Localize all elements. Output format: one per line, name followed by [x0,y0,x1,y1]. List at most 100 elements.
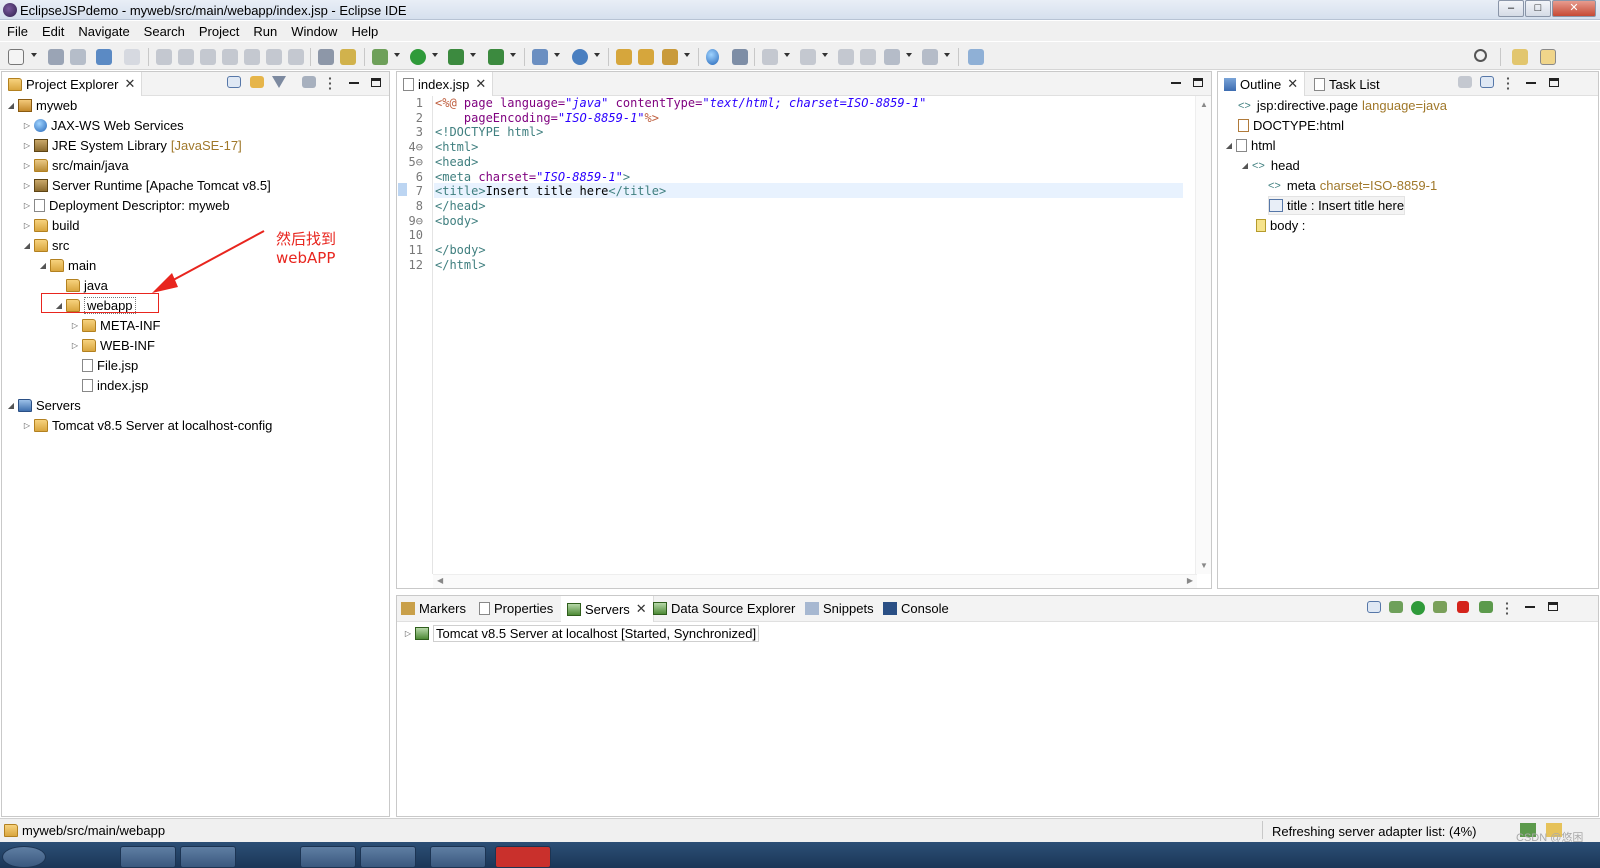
maximize-view-icon[interactable] [1548,602,1558,611]
pin-editor-icon[interactable] [968,49,984,65]
previous-annotation-icon[interactable] [800,49,816,65]
new-icon[interactable] [8,49,24,65]
open-perspective-icon[interactable] [732,49,748,65]
new-web-icon[interactable] [572,49,588,65]
tab-properties[interactable]: Properties [479,601,553,616]
taskbar-app-button[interactable] [180,846,236,868]
run-dropdown-icon[interactable] [432,53,438,57]
horizontal-scrollbar[interactable]: ◀ ▶ [433,574,1197,588]
debug-server-icon[interactable] [1389,601,1403,613]
maximize-button[interactable]: □ [1525,0,1551,17]
publish-icon[interactable] [1479,601,1493,613]
save-all-icon[interactable] [70,49,86,65]
minimize-view-icon[interactable] [1171,82,1181,84]
start-server-icon[interactable] [1411,601,1425,615]
expand-twisty-icon[interactable]: ▷ [22,161,32,170]
link-with-editor-icon[interactable] [250,76,264,88]
tree-item-build[interactable]: ▷ build [22,216,80,235]
view-menu-icon[interactable] [1505,601,1509,615]
menu-search[interactable]: Search [143,21,192,41]
drop-to-frame-icon[interactable] [318,49,334,65]
sort-icon[interactable] [1458,76,1472,88]
new-web-dropdown-icon[interactable] [594,53,600,57]
outline-item-html[interactable]: ◢ html [1224,136,1276,155]
tree-item-index-jsp[interactable]: index.jsp [70,376,148,395]
expand-twisty-icon[interactable]: ◢ [38,261,48,270]
taskbar-app-button[interactable] [120,846,176,868]
profile-server-icon[interactable] [1433,601,1447,613]
tree-item-jre-library[interactable]: ▷ JRE System Library [JavaSE-17] [22,136,242,155]
scroll-down-icon[interactable]: ▼ [1200,561,1208,570]
search-tool-icon[interactable] [662,49,678,65]
expand-twisty-icon[interactable]: ▷ [22,121,32,130]
close-tab-icon[interactable]: ✕ [124,76,135,92]
disconnect-icon[interactable] [222,49,238,65]
taskbar-app-button[interactable] [495,846,551,868]
tree-item-jaxws[interactable]: ▷ JAX-WS Web Services [22,116,184,135]
collapse-all-icon[interactable] [1480,76,1494,88]
tree-item-deployment-descriptor[interactable]: ▷ Deployment Descriptor: myweb [22,196,230,215]
open-perspective-icon[interactable] [1512,49,1528,65]
tree-item-servers[interactable]: ◢ Servers [6,396,81,415]
tab-snippets[interactable]: Snippets [805,601,874,616]
tab-servers[interactable]: Servers ✕ [561,596,654,622]
expand-twisty-icon[interactable]: ◢ [1240,161,1250,170]
menu-edit[interactable]: Edit [41,21,71,41]
expand-twisty-icon[interactable]: ▷ [22,421,32,430]
menu-help[interactable]: Help [350,21,385,41]
tree-item-main[interactable]: ◢ main [38,256,96,275]
menu-file[interactable]: File [6,21,35,41]
maximize-view-icon[interactable] [371,78,381,87]
expand-twisty-icon[interactable]: ▷ [70,341,80,350]
outline-item-doctype[interactable]: DOCTYPE:html [1238,116,1344,135]
expand-twisty-icon[interactable]: ▷ [403,629,413,638]
run-icon[interactable] [410,49,426,65]
external-tools-dropdown-icon[interactable] [510,53,516,57]
menu-run[interactable]: Run [252,21,284,41]
vertical-scrollbar[interactable]: ▲ ▼ [1195,96,1211,574]
tab-project-explorer[interactable]: Project Explorer ✕ [2,72,143,96]
tab-markers[interactable]: Markers [401,601,466,616]
menu-window[interactable]: Window [290,21,344,41]
next-annotation-dropdown-icon[interactable] [784,53,790,57]
open-task-icon[interactable] [638,49,654,65]
expand-twisty-icon[interactable]: ▷ [22,221,32,230]
stop-server-icon[interactable] [1457,601,1469,613]
collapse-all-icon[interactable] [1367,601,1381,613]
tab-console[interactable]: Console [883,601,949,616]
maximize-view-icon[interactable] [1549,78,1559,87]
search-dropdown-icon[interactable] [684,53,690,57]
expand-twisty-icon[interactable]: ◢ [6,101,16,110]
expand-twisty-icon[interactable]: ▷ [22,201,32,210]
new-server-dropdown-icon[interactable] [554,53,560,57]
outline-item-directive[interactable]: <> jsp:directive.page language=java [1238,96,1447,115]
save-icon[interactable] [48,49,64,65]
tree-item-src-main-java[interactable]: ▷ src/main/java [22,156,129,175]
expand-twisty-icon[interactable]: ◢ [22,241,32,250]
close-tab-icon[interactable]: ✕ [1287,76,1298,92]
minimize-button[interactable]: – [1498,0,1524,17]
tab-outline[interactable]: Outline ✕ [1218,72,1306,96]
coverage-dropdown-icon[interactable] [470,53,476,57]
focus-icon[interactable] [302,76,316,88]
jee-perspective-icon[interactable] [1540,49,1556,65]
outline-item-body[interactable]: body : [1256,216,1305,235]
tree-item-tomcat-config[interactable]: ▷ Tomcat v8.5 Server at localhost-config [22,416,272,435]
filter-icon[interactable] [272,76,286,88]
terminate-icon[interactable] [200,49,216,65]
new-server-icon[interactable] [532,49,548,65]
debug-icon[interactable] [372,49,388,65]
outline-item-title[interactable]: title : Insert title here [1268,196,1406,215]
maximize-view-icon[interactable] [1193,78,1203,87]
expand-twisty-icon[interactable]: ◢ [1224,141,1234,150]
forward-dropdown-icon[interactable] [944,53,950,57]
expand-twisty-icon[interactable]: ◢ [6,401,16,410]
debug-dropdown-icon[interactable] [394,53,400,57]
minimize-view-icon[interactable] [1525,606,1535,608]
start-button[interactable] [2,846,46,868]
external-tools-icon[interactable] [488,49,504,65]
tree-item-myweb[interactable]: ◢ myweb [6,96,77,115]
step-over-icon[interactable] [266,49,282,65]
resume-icon[interactable] [156,49,172,65]
forward-edit-icon[interactable] [860,49,876,65]
